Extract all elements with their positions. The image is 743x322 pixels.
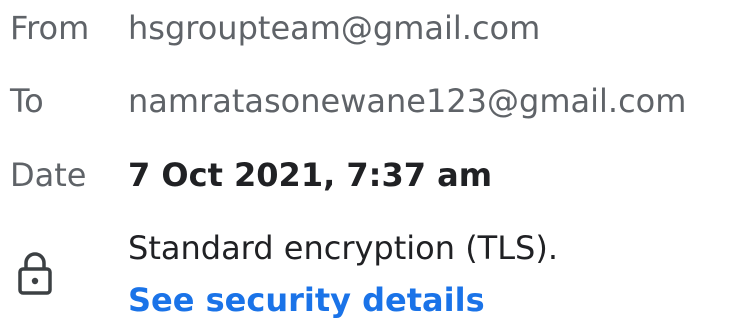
to-label: To	[10, 82, 44, 120]
to-row: To namratasonewane123@gmail.com	[0, 81, 743, 121]
from-label: From	[10, 9, 90, 47]
date-row: Date 7 Oct 2021, 7:37 am	[0, 155, 743, 195]
security-row: Standard encryption (TLS). See security …	[0, 226, 743, 322]
see-security-details-link[interactable]: See security details	[128, 278, 485, 322]
from-row: From hsgroupteam@gmail.com	[0, 8, 743, 48]
email-details-panel: From hsgroupteam@gmail.com To namratason…	[0, 0, 743, 322]
to-address: namratasonewane123@gmail.com	[128, 82, 687, 120]
encryption-status: Standard encryption (TLS).	[128, 229, 559, 267]
date-label: Date	[10, 156, 87, 194]
date-value: 7 Oct 2021, 7:37 am	[128, 156, 493, 194]
from-address: hsgroupteam@gmail.com	[128, 9, 541, 47]
lock-icon	[16, 249, 54, 297]
